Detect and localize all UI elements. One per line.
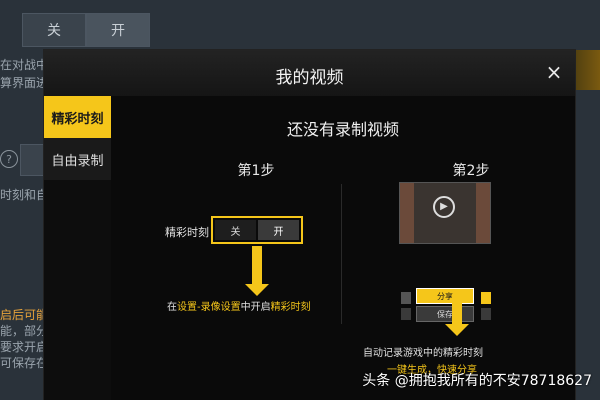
background-text: 时刻和自 (0, 188, 49, 202)
step1-arrow-icon (245, 246, 269, 296)
step2-label: 第2步 (452, 163, 490, 179)
step-divider (341, 184, 342, 324)
step1-label: 第1步 (237, 163, 275, 179)
background-toggle-off[interactable]: 关 (22, 13, 86, 47)
step1-toggle-on: 开 (258, 220, 299, 240)
help-icon[interactable]: ? (0, 150, 18, 168)
empty-state-heading: 还没有录制视频 (286, 120, 399, 139)
background-text: 在对战中 (0, 58, 49, 72)
background-text: 启后可能 (0, 308, 49, 322)
background-text: 能，部分 (0, 324, 49, 338)
background-text: 算界面进 (0, 76, 49, 90)
watermark: 头条 @拥抱我所有的不安78718627 (362, 373, 592, 389)
step1-toggle-illustration: 关 开 (211, 216, 303, 244)
tab-highlights[interactable]: 精彩时刻 (44, 96, 111, 138)
step1-description: 在设置-录像设置中开启精彩时刻 (167, 302, 311, 313)
close-icon[interactable]: × (543, 61, 565, 83)
background-text: 可保存在 (0, 356, 49, 370)
my-videos-dialog: 我的视频 × 精彩时刻 自由录制 还没有录制视频 第1步 第2步 精彩时刻 关 … (44, 50, 575, 400)
step2-description: 自动记录游戏中的精彩时刻 (363, 348, 483, 359)
background-text: 要求开启 (0, 340, 49, 354)
step1-toggle-off: 关 (215, 220, 256, 240)
dialog-header: 我的视频 × (44, 50, 575, 97)
step2-arrow-icon (445, 296, 469, 336)
dialog-content: 还没有录制视频 第1步 第2步 精彩时刻 关 开 在设置-录像设置中开启精彩时刻… (111, 96, 575, 400)
dialog-title: 我的视频 (275, 68, 344, 88)
share-button-illustration: 分享 (416, 288, 474, 304)
background-toggle-on[interactable]: 开 (86, 13, 150, 47)
video-thumbnail: ▶ (399, 182, 491, 244)
step1-setting-label: 精彩时刻 (165, 226, 209, 239)
save-button-illustration: 保存 (416, 306, 474, 322)
background-toggle[interactable]: 关 开 (22, 13, 150, 47)
play-icon: ▶ (433, 196, 455, 218)
tab-free-recording[interactable]: 自由录制 (44, 138, 111, 180)
